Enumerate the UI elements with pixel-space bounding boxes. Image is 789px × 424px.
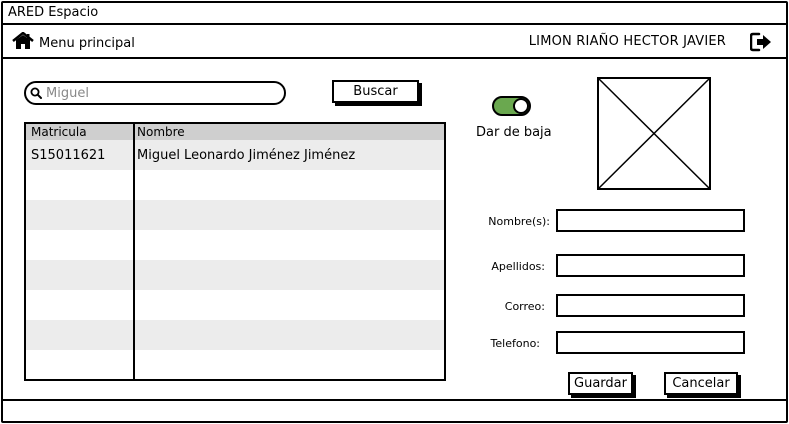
status-bar [3,399,786,421]
nombres-label: Nombre(s): [488,215,550,228]
cell-nombre: Miguel Leonardo Jiménez Jiménez [137,148,356,163]
nombres-field[interactable] [556,209,745,232]
home-menu-link[interactable]: Menu principal [12,31,135,54]
search-button[interactable]: Buscar [332,80,419,103]
table-row[interactable] [26,320,444,350]
toggle-knob [513,98,529,114]
apellidos-field[interactable] [556,254,745,277]
column-header-matricula[interactable]: Matricula [31,124,87,140]
cancel-button[interactable]: Cancelar [664,372,738,395]
app-window: ARED Espacio Menu principal LIMON RIAÑO … [1,1,788,423]
correo-field[interactable] [556,294,745,317]
top-navbar: Menu principal LIMON RIAÑO HECTOR JAVIER [3,25,786,59]
table-row[interactable] [26,290,444,320]
column-divider [133,124,135,379]
photo-placeholder [597,77,711,190]
correo-label: Correo: [504,300,545,313]
table-row[interactable] [26,230,444,260]
students-table: S15011621 Miguel Leonardo Jiménez Jiméne… [24,122,446,381]
apellidos-label: Apellidos: [491,260,545,273]
table-row[interactable] [26,200,444,230]
telefono-label: Telefono: [490,337,540,350]
table-row[interactable] [26,350,444,379]
table-header: Matricula Nombre [26,124,444,140]
window-title: ARED Espacio [3,3,786,25]
deactivate-toggle-label: Dar de baja [476,125,552,140]
cell-matricula: S15011621 [31,148,106,163]
search-icon [30,84,42,103]
table-row[interactable] [26,170,444,200]
home-menu-label: Menu principal [39,35,135,51]
home-icon [12,31,34,54]
telefono-field[interactable] [556,331,745,354]
table-row[interactable]: S15011621 Miguel Leonardo Jiménez Jiméne… [26,140,444,170]
logout-icon[interactable] [749,32,772,52]
table-row[interactable] [26,260,444,290]
deactivate-toggle[interactable] [492,96,531,116]
current-user-name: LIMON RIAÑO HECTOR JAVIER [528,34,726,49]
search-box[interactable] [24,81,286,105]
search-input[interactable] [46,85,266,101]
save-button[interactable]: Guardar [568,372,633,395]
column-header-nombre[interactable]: Nombre [137,124,185,140]
